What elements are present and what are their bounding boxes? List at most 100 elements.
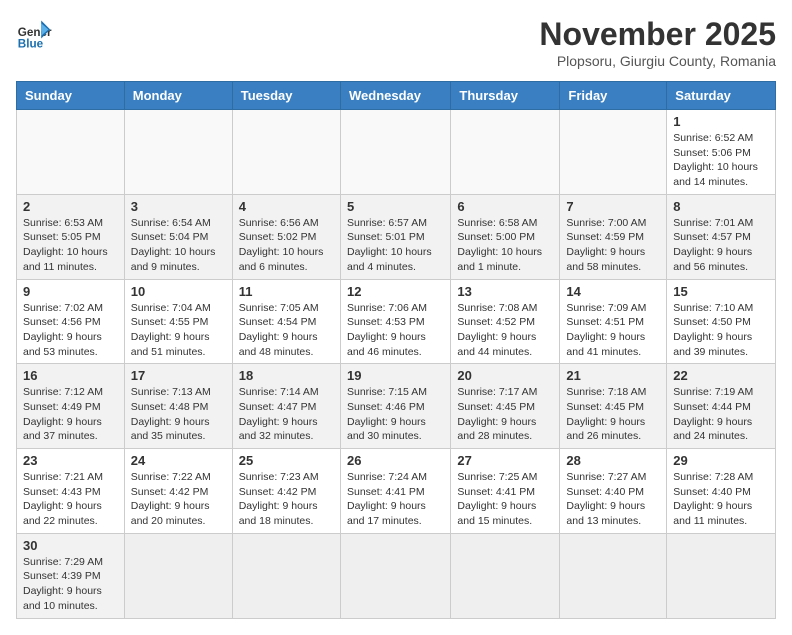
day-info: Sunrise: 7:19 AM Sunset: 4:44 PM Dayligh… (673, 385, 769, 444)
calendar-week-2: 2Sunrise: 6:53 AM Sunset: 5:05 PM Daylig… (17, 194, 776, 279)
calendar-cell: 14 Sunrise: 7:09 AM Sunset: 4:51 PM Dayli… (560, 279, 667, 364)
day-info: Sunrise: 6:54 AM Sunset: 5:04 PM Dayligh… (131, 216, 226, 275)
calendar-cell (124, 110, 232, 195)
day-info: Sunrise: 7:27 AM Sunset: 4:40 PM Dayligh… (566, 470, 660, 529)
day-info: Sunrise: 7:15 AM Sunset: 4:46 PM Dayligh… (347, 385, 444, 444)
day-number: 23 (23, 453, 118, 468)
day-info: Sunrise: 6:56 AM Sunset: 5:02 PM Dayligh… (239, 216, 334, 275)
logo: General Blue (16, 16, 52, 52)
weekday-header-thursday: Thursday (451, 82, 560, 110)
calendar-cell: 30 Sunrise: 7:29 AM Sunset: 4:39 PM Dayli… (17, 533, 125, 618)
calendar-cell: 26Sunrise: 7:24 AM Sunset: 4:41 PM Dayli… (340, 449, 450, 534)
day-info: Sunrise: 7:02 AM Sunset: 4:56 PM Dayligh… (23, 301, 118, 360)
calendar-cell (667, 533, 776, 618)
calendar-cell: 8Sunrise: 7:01 AM Sunset: 4:57 PM Daylig… (667, 194, 776, 279)
calendar-cell: 29 Sunrise: 7:28 AM Sunset: 4:40 PM Dayli… (667, 449, 776, 534)
calendar-cell: 17 Sunrise: 7:13 AM Sunset: 4:48 PM Dayli… (124, 364, 232, 449)
location-subtitle: Plopsoru, Giurgiu County, Romania (539, 53, 776, 69)
day-info: Sunrise: 7:21 AM Sunset: 4:43 PM Dayligh… (23, 470, 118, 529)
day-number: 2 (23, 199, 118, 214)
calendar-cell: 16 Sunrise: 7:12 AM Sunset: 4:49 PM Dayli… (17, 364, 125, 449)
calendar-cell: 12 Sunrise: 7:06 AM Sunset: 4:53 PM Dayli… (340, 279, 450, 364)
svg-text:Blue: Blue (18, 38, 44, 51)
calendar-cell: 23 Sunrise: 7:21 AM Sunset: 4:43 PM Dayli… (17, 449, 125, 534)
calendar-cell: 24 Sunrise: 7:22 AM Sunset: 4:42 PM Dayli… (124, 449, 232, 534)
day-info: Sunrise: 6:52 AM Sunset: 5:06 PM Dayligh… (673, 131, 769, 190)
day-info: Sunrise: 7:23 AM Sunset: 4:42 PM Dayligh… (239, 470, 334, 529)
logo-icon: General Blue (16, 16, 52, 52)
day-number: 18 (239, 368, 334, 383)
calendar-table: SundayMondayTuesdayWednesdayThursdayFrid… (16, 81, 776, 619)
day-number: 21 (566, 368, 660, 383)
day-number: 20 (457, 368, 553, 383)
calendar-cell: 3Sunrise: 6:54 AM Sunset: 5:04 PM Daylig… (124, 194, 232, 279)
weekday-header-sunday: Sunday (17, 82, 125, 110)
day-number: 11 (239, 284, 334, 299)
calendar-week-1: 1 Sunrise: 6:52 AM Sunset: 5:06 PM Daylig… (17, 110, 776, 195)
calendar-cell (560, 110, 667, 195)
day-number: 12 (347, 284, 444, 299)
calendar-cell (124, 533, 232, 618)
page-header: General Blue November 2025 Plopsoru, Giu… (16, 16, 776, 69)
calendar-cell: 18Sunrise: 7:14 AM Sunset: 4:47 PM Dayli… (232, 364, 340, 449)
day-info: Sunrise: 7:13 AM Sunset: 4:48 PM Dayligh… (131, 385, 226, 444)
day-info: Sunrise: 7:01 AM Sunset: 4:57 PM Dayligh… (673, 216, 769, 275)
weekday-header-monday: Monday (124, 82, 232, 110)
calendar-cell (451, 533, 560, 618)
day-number: 16 (23, 368, 118, 383)
calendar-cell: 21 Sunrise: 7:18 AM Sunset: 4:45 PM Dayli… (560, 364, 667, 449)
month-title: November 2025 (539, 16, 776, 53)
calendar-cell: 15 Sunrise: 7:10 AM Sunset: 4:50 PM Dayli… (667, 279, 776, 364)
calendar-cell: 13 Sunrise: 7:08 AM Sunset: 4:52 PM Dayli… (451, 279, 560, 364)
day-info: Sunrise: 7:12 AM Sunset: 4:49 PM Dayligh… (23, 385, 118, 444)
calendar-cell (340, 533, 450, 618)
calendar-cell: 9 Sunrise: 7:02 AM Sunset: 4:56 PM Daylig… (17, 279, 125, 364)
day-info: Sunrise: 7:28 AM Sunset: 4:40 PM Dayligh… (673, 470, 769, 529)
weekday-header-friday: Friday (560, 82, 667, 110)
day-number: 15 (673, 284, 769, 299)
day-number: 14 (566, 284, 660, 299)
day-info: Sunrise: 7:18 AM Sunset: 4:45 PM Dayligh… (566, 385, 660, 444)
day-number: 13 (457, 284, 553, 299)
day-number: 29 (673, 453, 769, 468)
day-number: 5 (347, 199, 444, 214)
weekday-header-tuesday: Tuesday (232, 82, 340, 110)
day-info: Sunrise: 7:04 AM Sunset: 4:55 PM Dayligh… (131, 301, 226, 360)
day-number: 10 (131, 284, 226, 299)
calendar-cell: 6Sunrise: 6:58 AM Sunset: 5:00 PM Daylig… (451, 194, 560, 279)
day-number: 30 (23, 538, 118, 553)
day-info: Sunrise: 7:05 AM Sunset: 4:54 PM Dayligh… (239, 301, 334, 360)
day-number: 17 (131, 368, 226, 383)
calendar-cell: 27Sunrise: 7:25 AM Sunset: 4:41 PM Dayli… (451, 449, 560, 534)
day-number: 4 (239, 199, 334, 214)
calendar-cell: 11 Sunrise: 7:05 AM Sunset: 4:54 PM Dayli… (232, 279, 340, 364)
day-number: 19 (347, 368, 444, 383)
day-info: Sunrise: 7:08 AM Sunset: 4:52 PM Dayligh… (457, 301, 553, 360)
calendar-week-3: 9 Sunrise: 7:02 AM Sunset: 4:56 PM Daylig… (17, 279, 776, 364)
day-info: Sunrise: 7:22 AM Sunset: 4:42 PM Dayligh… (131, 470, 226, 529)
calendar-week-5: 23 Sunrise: 7:21 AM Sunset: 4:43 PM Dayli… (17, 449, 776, 534)
calendar-cell (340, 110, 450, 195)
day-number: 22 (673, 368, 769, 383)
calendar-cell: 4 Sunrise: 6:56 AM Sunset: 5:02 PM Daylig… (232, 194, 340, 279)
weekday-header-saturday: Saturday (667, 82, 776, 110)
day-number: 9 (23, 284, 118, 299)
weekday-header-wednesday: Wednesday (340, 82, 450, 110)
day-info: Sunrise: 7:25 AM Sunset: 4:41 PM Dayligh… (457, 470, 553, 529)
day-info: Sunrise: 6:57 AM Sunset: 5:01 PM Dayligh… (347, 216, 444, 275)
day-number: 1 (673, 114, 769, 129)
calendar-cell: 20Sunrise: 7:17 AM Sunset: 4:45 PM Dayli… (451, 364, 560, 449)
calendar-cell: 19 Sunrise: 7:15 AM Sunset: 4:46 PM Dayli… (340, 364, 450, 449)
day-number: 6 (457, 199, 553, 214)
day-info: Sunrise: 7:06 AM Sunset: 4:53 PM Dayligh… (347, 301, 444, 360)
day-number: 24 (131, 453, 226, 468)
calendar-cell (232, 533, 340, 618)
calendar-cell: 10 Sunrise: 7:04 AM Sunset: 4:55 PM Dayli… (124, 279, 232, 364)
calendar-cell (17, 110, 125, 195)
day-info: Sunrise: 7:09 AM Sunset: 4:51 PM Dayligh… (566, 301, 660, 360)
title-section: November 2025 Plopsoru, Giurgiu County, … (539, 16, 776, 69)
calendar-cell: 7Sunrise: 7:00 AM Sunset: 4:59 PM Daylig… (560, 194, 667, 279)
day-info: Sunrise: 7:10 AM Sunset: 4:50 PM Dayligh… (673, 301, 769, 360)
calendar-cell: 22 Sunrise: 7:19 AM Sunset: 4:44 PM Dayli… (667, 364, 776, 449)
day-info: Sunrise: 7:29 AM Sunset: 4:39 PM Dayligh… (23, 555, 118, 614)
